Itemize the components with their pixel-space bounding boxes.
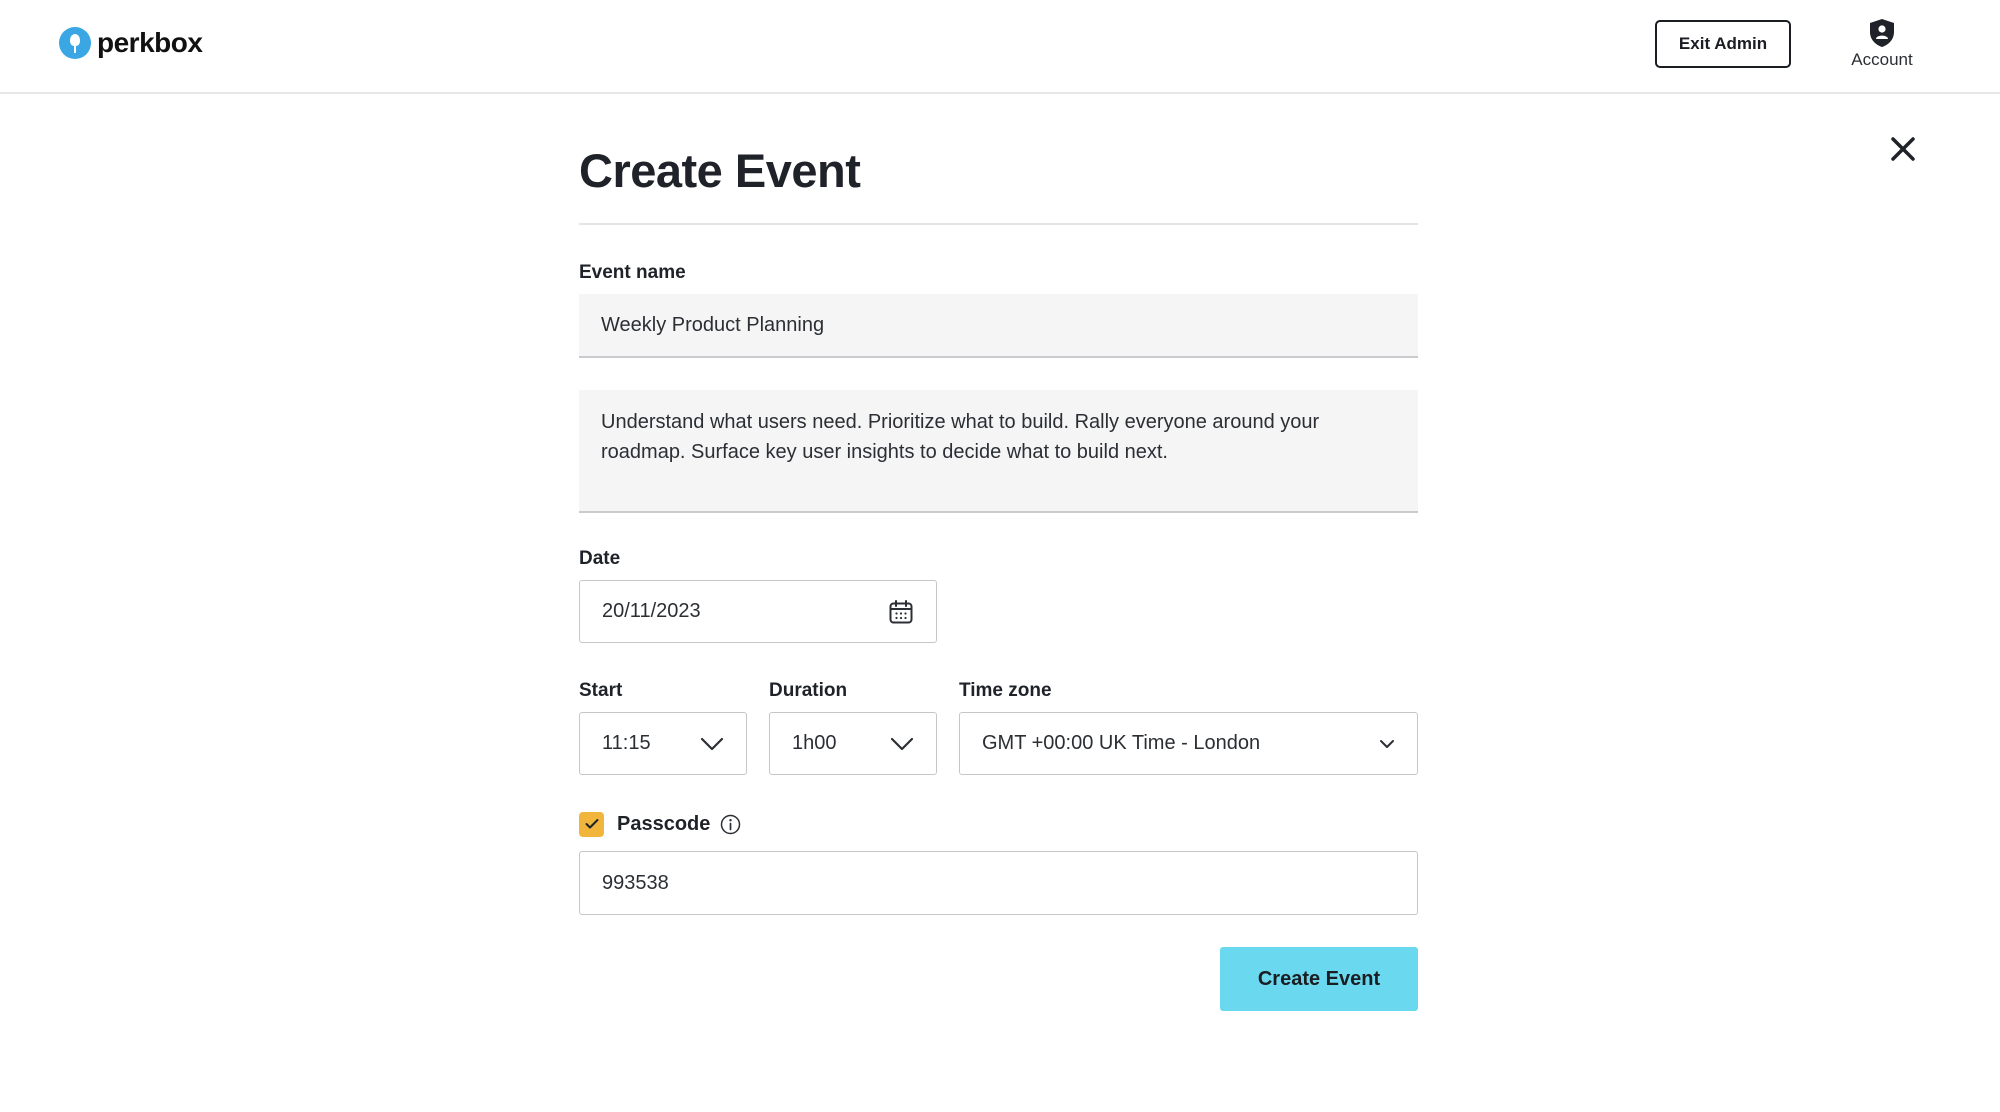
passcode-checkbox[interactable] xyxy=(579,811,604,837)
event-description-value: Understand what users need. Prioritize w… xyxy=(601,411,1320,463)
chevron-down-icon xyxy=(700,737,724,750)
event-description-textarea[interactable]: Understand what users need. Prioritize w… xyxy=(579,390,1418,513)
start-time-select[interactable]: 11:15 xyxy=(579,712,747,775)
account-menu[interactable]: Account xyxy=(1836,18,1928,76)
passcode-label: Passcode xyxy=(617,812,711,835)
timezone-value: GMT +00:00 UK Time - London xyxy=(982,732,1261,754)
create-event-button[interactable]: Create Event xyxy=(1220,947,1418,1011)
duration-value: 1h00 xyxy=(792,732,837,754)
account-label: Account xyxy=(1851,50,1913,69)
duration-label: Duration xyxy=(769,680,848,701)
chevron-down-icon xyxy=(890,737,914,750)
top-navigation-bar: perkbox Exit Admin Account xyxy=(0,0,2000,94)
date-label: Date xyxy=(579,548,621,569)
account-shield-icon xyxy=(1870,19,1894,47)
event-name-input[interactable]: Weekly Product Planning xyxy=(579,294,1418,358)
duration-select[interactable]: 1h00 xyxy=(769,712,937,775)
timezone-select[interactable]: GMT +00:00 UK Time - London xyxy=(959,712,1418,775)
perkbox-logo[interactable]: perkbox xyxy=(59,26,203,60)
exit-admin-button[interactable]: Exit Admin xyxy=(1655,20,1791,68)
date-value: 20/11/2023 xyxy=(602,600,701,622)
event-name-label: Event name xyxy=(579,262,686,283)
close-icon[interactable] xyxy=(1888,134,1918,164)
start-label: Start xyxy=(579,680,623,701)
date-input[interactable]: 20/11/2023 xyxy=(579,580,937,643)
start-time-value: 11:15 xyxy=(602,732,651,754)
passcode-value: 993538 xyxy=(602,871,669,894)
title-divider xyxy=(579,223,1418,225)
calendar-icon[interactable] xyxy=(888,599,914,625)
passcode-input[interactable]: 993538 xyxy=(579,851,1418,915)
logo-text: perkbox xyxy=(97,27,203,58)
event-name-value: Weekly Product Planning xyxy=(601,313,825,336)
info-icon[interactable] xyxy=(720,814,741,835)
passcode-toggle-row: Passcode xyxy=(579,810,741,838)
checkmark-icon xyxy=(585,819,598,829)
timezone-label: Time zone xyxy=(959,680,1052,701)
perkbox-logo-icon xyxy=(59,27,91,59)
page-title: Create Event xyxy=(579,144,861,197)
chevron-down-icon xyxy=(1380,739,1394,748)
